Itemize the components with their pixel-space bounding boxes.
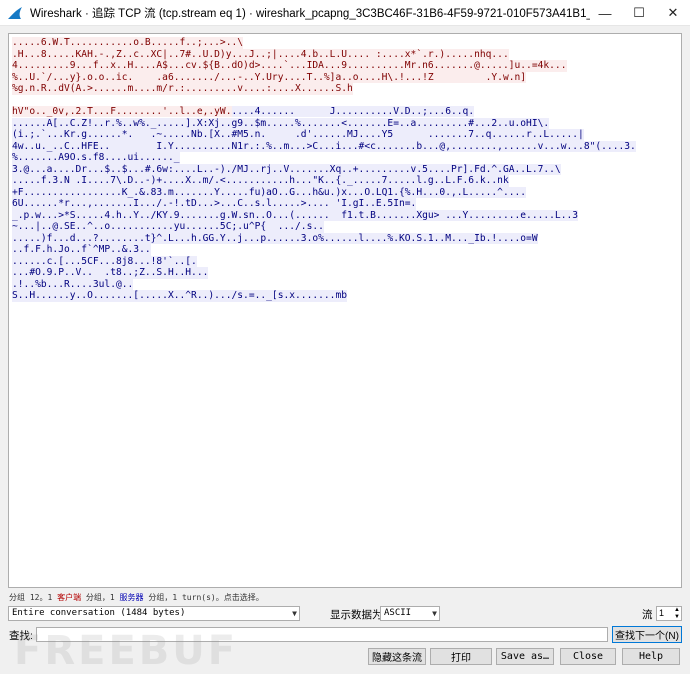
server-data-line: 4w..u._..C..HFE.. I.Y..........N1r.:.%..… bbox=[12, 140, 636, 152]
status-mid: 分组，1 bbox=[81, 593, 120, 602]
server-label: 服务器 bbox=[119, 593, 144, 602]
wireshark-fin-icon bbox=[6, 4, 24, 22]
minimize-button[interactable]: — bbox=[588, 0, 622, 26]
conversation-value: Entire conversation (1484 bytes) bbox=[12, 608, 186, 618]
server-data-line: ......A[..C.Z!..r.%..w%._.....].X:Xj..g9… bbox=[12, 117, 550, 129]
server-data-line: ..f.F.h.Jo..f`^MP..&.3.. bbox=[12, 244, 151, 256]
server-data-segment: ....4...... J..........V.D..;...6..q. bbox=[231, 106, 475, 117]
save-as-button[interactable]: Save as… bbox=[496, 648, 554, 665]
server-data-line: .....f.3.N .I....7\.D..-)+....X..m/.<...… bbox=[12, 175, 509, 187]
tcp-stream-text-area[interactable]: .....6.W.T...........o.B.....f..;...>..\… bbox=[8, 33, 682, 588]
show-as-label: 显示数据为 bbox=[330, 609, 383, 621]
server-data-line: %.......A9O.s.f8....ui......_ bbox=[12, 152, 180, 164]
find-input[interactable] bbox=[36, 627, 608, 642]
server-data-line: ...#O.9.P..V.. .t8..;Z..S.H..H... bbox=[12, 267, 209, 279]
stream-number-value: 1 bbox=[659, 608, 665, 618]
stream-number-label: 流 bbox=[642, 609, 653, 621]
spin-arrows-icon[interactable]: ▲ ▼ bbox=[674, 607, 680, 620]
find-label: 查找: bbox=[9, 630, 33, 642]
window-controls: — ☐ ✕ bbox=[588, 0, 690, 26]
client-data-segment: hV"o.._0v,.2.T...F........'..l..e,.yW. bbox=[12, 106, 232, 117]
client-data-line: %..U.`/...y}.o.o..ic. .a6......./...-..Y… bbox=[12, 71, 527, 83]
filter-out-stream-button[interactable]: 隐藏这条流 bbox=[368, 648, 426, 665]
stream-summary: 分组 12。1 客户端 分组，1 服务器 分组，1 turn(s)。点击选择。 bbox=[9, 592, 264, 603]
conversation-select[interactable]: Entire conversation (1484 bytes) ▼ bbox=[8, 606, 300, 621]
server-data-line: S..H......y..O.......[.....X..^R..).../s… bbox=[12, 290, 348, 302]
server-data-line: +F.................K_.&.83.m.......Y....… bbox=[12, 186, 527, 198]
client-data-line: 4.........9...f..x..H....A$...cv.${B..dO… bbox=[12, 60, 567, 72]
server-data-line: ~...|..@.SE..^..o...........yu......5C;.… bbox=[12, 221, 324, 233]
server-data-line: (i.;.`...Kr.g......*. .~.....Nb.[X..#M5.… bbox=[12, 129, 584, 141]
close-button[interactable]: Close bbox=[560, 648, 616, 665]
stream-number-spinbox[interactable]: 1 ▲ ▼ bbox=[656, 606, 682, 621]
help-button[interactable]: Help bbox=[622, 648, 680, 665]
server-data-line: 6U......*r...,.......I.../.-!.tD...>...C… bbox=[12, 198, 417, 210]
show-as-value: ASCII bbox=[384, 608, 412, 618]
server-data-line: ......c.[...5CF...8j8...!8'`..[. bbox=[12, 255, 197, 267]
stream-gap bbox=[12, 95, 678, 107]
window-title: Wireshark · 追踪 TCP 流 (tcp.stream eq 1) ·… bbox=[30, 7, 590, 20]
title-bar: Wireshark · 追踪 TCP 流 (tcp.stream eq 1) ·… bbox=[0, 0, 690, 26]
chevron-down-icon: ▼ bbox=[292, 609, 297, 618]
server-data-line: .!..%b...R....3ul.@.. bbox=[12, 278, 134, 290]
find-next-button[interactable]: 查找下一个(N) bbox=[612, 626, 682, 643]
print-button[interactable]: 打印 bbox=[430, 648, 492, 665]
client-label: 客户端 bbox=[57, 593, 82, 602]
server-data-line: 3.@...a....Dr...$..$...#.6w:....L..-)./M… bbox=[12, 163, 561, 175]
chevron-down-icon: ▼ bbox=[432, 609, 437, 618]
maximize-button[interactable]: ☐ bbox=[622, 0, 656, 26]
status-prefix: 分组 12。1 bbox=[9, 593, 58, 602]
status-suffix: 分组，1 turn(s)。点击选择。 bbox=[143, 593, 264, 602]
server-data-line: .....)f...d...?........t}^.L...h.GG.Y..j… bbox=[12, 232, 538, 244]
mixed-data-line: hV"o.._0v,.2.T...F........'..l..e,.yW...… bbox=[12, 106, 475, 118]
client-data-line: %g.n.R..dV(A.>......m....m/r.:.........v… bbox=[12, 83, 353, 95]
show-as-select[interactable]: ASCII ▼ bbox=[380, 606, 440, 621]
stream-content: .....6.W.T...........o.B.....f..;...>..\… bbox=[9, 34, 681, 305]
client-data-line: .....6.W.T...........o.B.....f..;...>..\ bbox=[12, 37, 244, 49]
close-window-button[interactable]: ✕ bbox=[656, 0, 690, 26]
server-data-line: _.p.w...>*S.....4.h..Y../KY.9.......g.W.… bbox=[12, 209, 579, 221]
client-data-line: .H...8.....KAH.-.,Z..c..XC|..7#..U.D)y..… bbox=[12, 48, 509, 60]
